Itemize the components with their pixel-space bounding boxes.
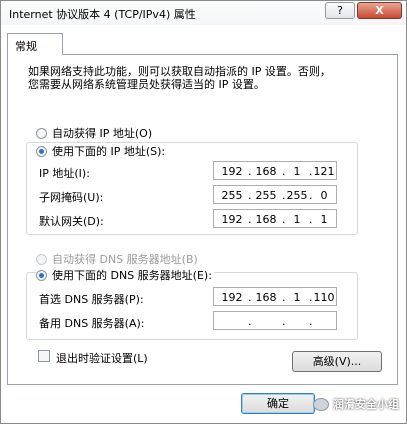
subnet-mask-input[interactable]: 255 . 255 . 255 . 0	[213, 185, 337, 204]
auto-ip-label: 自动获得 IP 地址(O)	[52, 127, 153, 140]
octet: 168	[255, 213, 277, 226]
manual-dns-radio[interactable]	[36, 269, 47, 281]
octet-separator: .	[282, 189, 286, 202]
description-text: 如果网络支持此功能，则可以获取自动指派的 IP 设置。否则， 您需要从网络系统管…	[28, 65, 331, 91]
auto-ip-radio-option[interactable]: 自动获得 IP 地址(O)	[36, 125, 152, 141]
octet-separator: .	[309, 315, 313, 328]
octet-separator: .	[309, 165, 313, 178]
ok-button[interactable]: 确定	[241, 393, 315, 414]
octet: 255	[255, 189, 277, 202]
octet-separator: .	[309, 189, 313, 202]
octet: 1	[293, 165, 301, 178]
octet-separator: .	[309, 213, 313, 226]
octet: 255	[221, 189, 243, 202]
octet-separator: .	[282, 213, 286, 226]
auto-ip-radio[interactable]	[36, 127, 47, 139]
octet-separator: .	[282, 315, 286, 328]
help-button[interactable]: ?	[325, 2, 355, 19]
octet: 168	[255, 165, 277, 178]
title-bar: Internet 协议版本 4 (TCP/IPv4) 属性 ? X	[1, 1, 406, 25]
octet-separator: .	[282, 291, 286, 304]
default-gateway-input[interactable]: 192 . 168 . 1 . 1	[213, 209, 337, 228]
ip-address-input[interactable]: 192 . 168 . 1 . 121	[213, 161, 337, 180]
default-gateway-label: 默认网关(D):	[39, 215, 104, 228]
octet: 1	[320, 213, 328, 226]
tcpip-properties-dialog: Internet 协议版本 4 (TCP/IPv4) 属性 ? X 常规 如果网…	[0, 0, 407, 424]
close-button[interactable]: X	[357, 2, 402, 19]
alternate-dns-label: 备用 DNS 服务器(A):	[39, 317, 145, 330]
manual-dns-radio-option[interactable]: 使用下面的 DNS 服务器地址(E):	[36, 267, 215, 283]
octet: 110	[313, 291, 335, 304]
window-title: Internet 协议版本 4 (TCP/IPv4) 属性	[9, 8, 196, 21]
advanced-button[interactable]: 高级(V)...	[292, 351, 382, 372]
manual-ip-radio-option[interactable]: 使用下面的 IP 地址(S):	[36, 143, 169, 159]
octet-separator: .	[248, 291, 252, 304]
watermark: 润滑安全小组	[313, 396, 399, 412]
wechat-icon	[313, 397, 329, 411]
watermark-text: 润滑安全小组	[333, 398, 399, 411]
auto-dns-label: 自动获得 DNS 服务器地址(B)	[52, 253, 198, 266]
octet: 1	[293, 291, 301, 304]
manual-dns-label: 使用下面的 DNS 服务器地址(E):	[52, 269, 212, 282]
octet-separator: .	[309, 291, 313, 304]
preferred-dns-label: 首选 DNS 服务器(P):	[39, 293, 144, 306]
ip-address-label: IP 地址(I):	[39, 167, 90, 180]
octet-separator: .	[248, 213, 252, 226]
tab-general[interactable]: 常规	[7, 33, 63, 55]
octet: 192	[221, 165, 243, 178]
manual-ip-radio[interactable]	[36, 145, 47, 157]
alternate-dns-input[interactable]: . . .	[213, 311, 337, 330]
auto-dns-radio	[36, 253, 47, 265]
octet-separator: .	[248, 165, 252, 178]
manual-ip-label: 使用下面的 IP 地址(S):	[52, 145, 166, 158]
preferred-dns-input[interactable]: 192 . 168 . 1 . 110	[213, 287, 337, 306]
octet: 192	[221, 291, 243, 304]
validate-on-exit-label: 退出时验证设置(L)	[56, 352, 148, 365]
octet: 192	[221, 213, 243, 226]
octet-separator: .	[248, 315, 252, 328]
octet: 0	[320, 189, 328, 202]
auto-dns-radio-option: 自动获得 DNS 服务器地址(B)	[36, 251, 198, 267]
octet-separator: .	[248, 189, 252, 202]
octet: 121	[313, 165, 335, 178]
subnet-mask-label: 子网掩码(U):	[39, 191, 104, 204]
octet: 255	[286, 189, 308, 202]
octet-separator: .	[282, 165, 286, 178]
validate-on-exit-checkbox[interactable]	[38, 350, 50, 362]
octet: 1	[293, 213, 301, 226]
octet: 168	[255, 291, 277, 304]
